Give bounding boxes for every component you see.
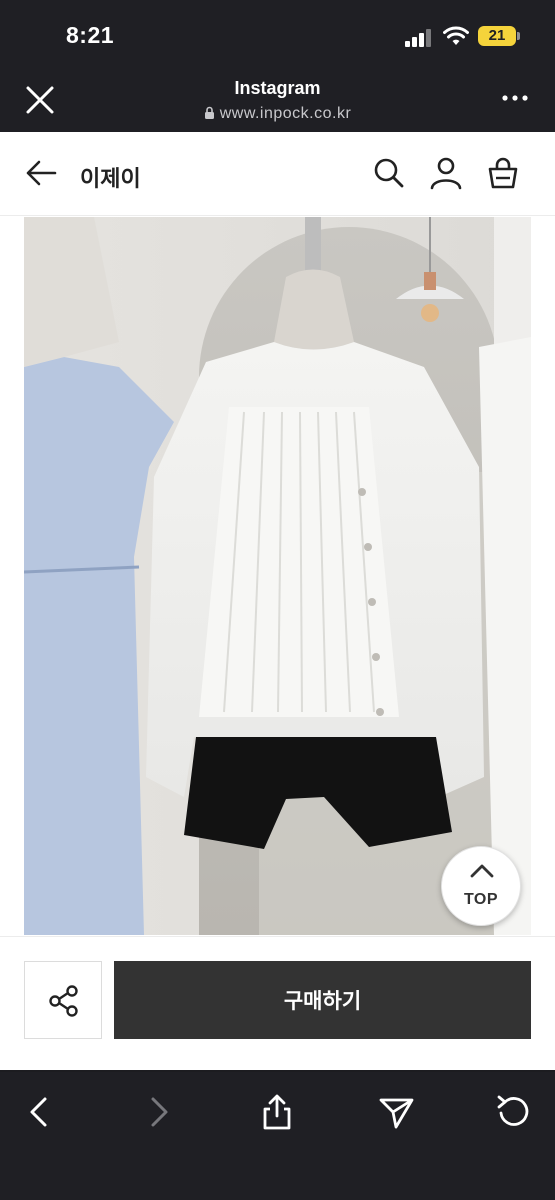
battery-icon: 21 — [478, 26, 516, 46]
search-icon[interactable] — [372, 156, 406, 190]
buy-button[interactable]: 구매하기 — [114, 961, 531, 1039]
wifi-icon — [443, 26, 469, 45]
back-chevron-icon[interactable] — [20, 1092, 60, 1132]
browser-toolbar — [0, 1072, 555, 1200]
reload-icon[interactable] — [494, 1092, 534, 1132]
product-photo[interactable] — [24, 217, 531, 935]
top-button-label: TOP — [463, 891, 499, 908]
action-bar: 구매하기 — [0, 936, 555, 1070]
browser-title: Instagram — [234, 78, 321, 98]
product-image — [24, 217, 531, 935]
status-bar: 8:21 21 — [0, 0, 555, 70]
share-upload-icon[interactable] — [257, 1092, 297, 1132]
send-icon[interactable] — [376, 1092, 416, 1132]
url-text: www.inpock.co.kr — [219, 105, 352, 122]
web-page: 이제이 TOP 구매하기 — [0, 132, 555, 1070]
battery-level: 21 — [488, 27, 506, 44]
lock-icon — [204, 106, 214, 119]
shop-name[interactable]: 이제이 — [80, 161, 141, 193]
chevron-up-icon — [470, 864, 494, 878]
share-button[interactable] — [24, 961, 102, 1039]
browser-header: Instagram www.inpock.co.kr — [0, 70, 555, 132]
share-icon — [49, 985, 78, 1017]
page-nav: 이제이 — [0, 132, 555, 216]
status-time: 8:21 — [66, 22, 115, 48]
shopping-bag-icon[interactable] — [486, 156, 520, 190]
signal-icon — [405, 29, 433, 47]
battery-cap — [517, 32, 520, 40]
back-arrow-icon[interactable] — [24, 158, 58, 188]
scroll-top-button[interactable]: TOP — [441, 846, 521, 926]
forward-chevron-icon[interactable] — [138, 1092, 178, 1132]
more-icon[interactable] — [501, 88, 529, 108]
browser-url[interactable]: www.inpock.co.kr — [0, 105, 555, 123]
user-icon[interactable] — [429, 156, 463, 190]
